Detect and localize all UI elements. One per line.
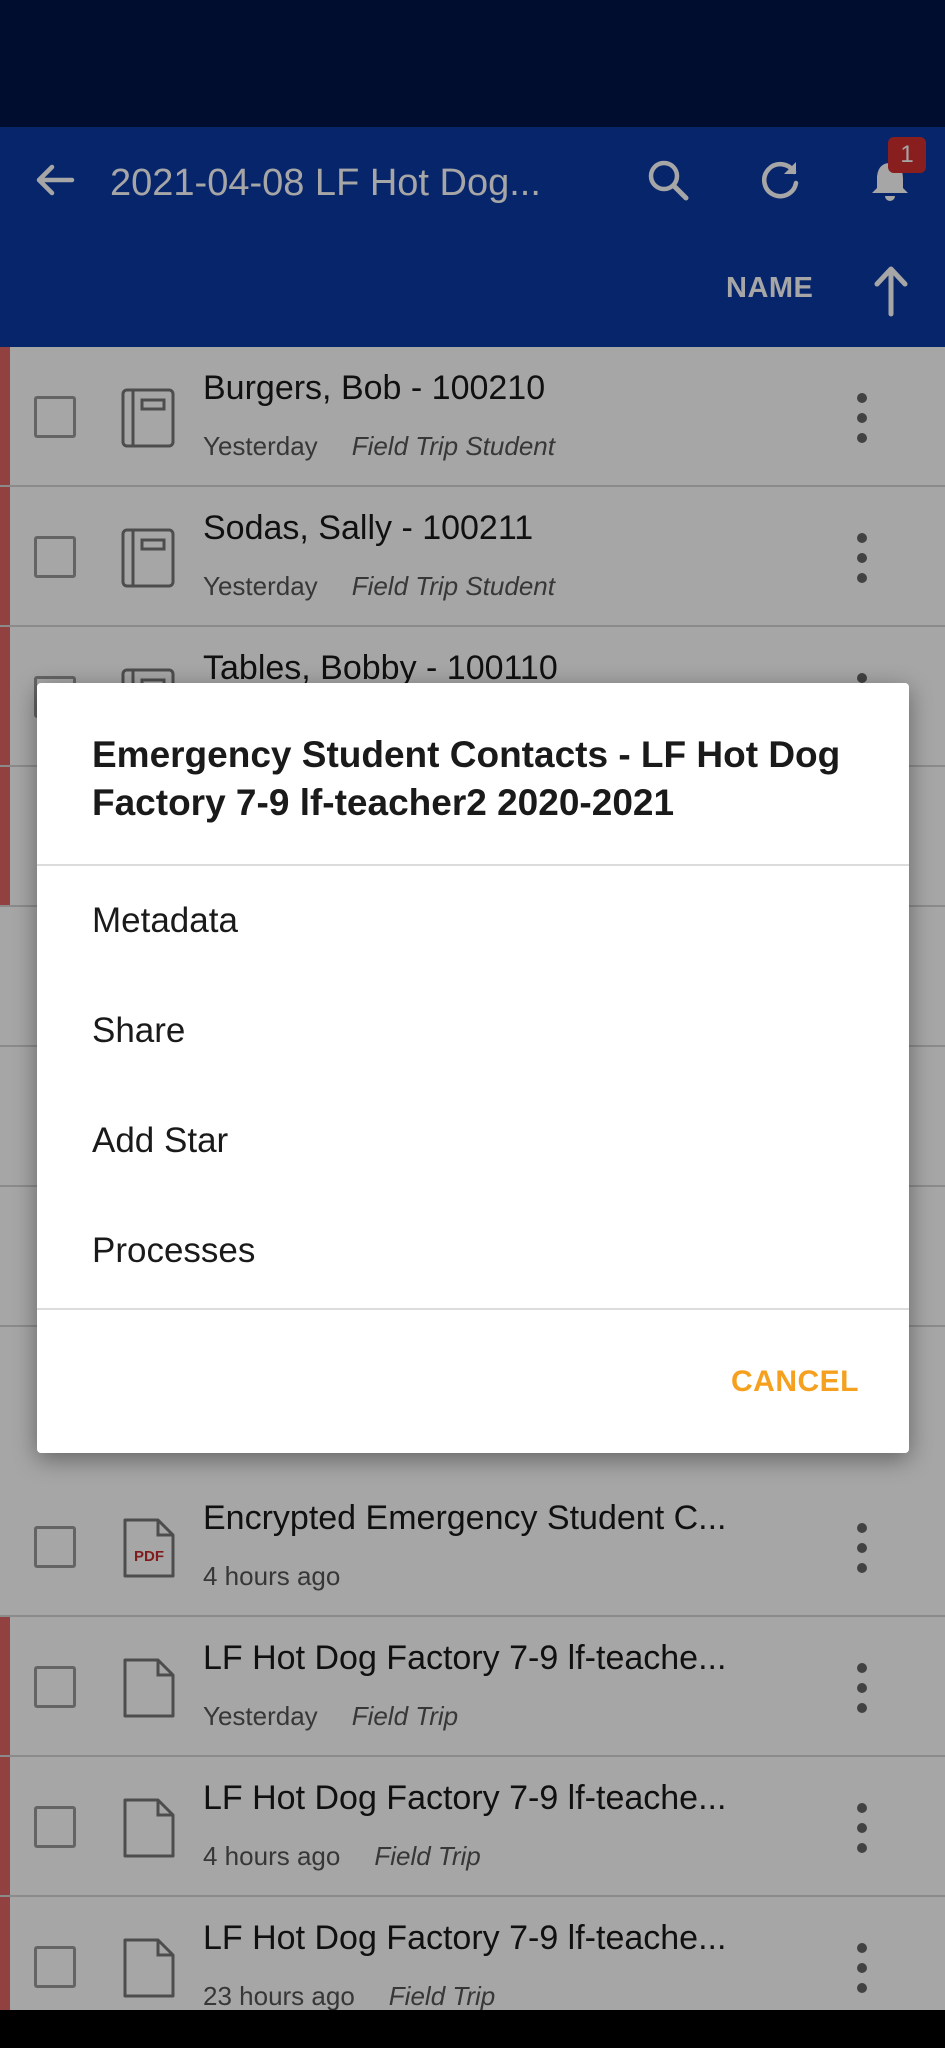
menu-item-metadata[interactable]: Metadata xyxy=(92,901,238,941)
menu-item-processes[interactable]: Processes xyxy=(92,1231,255,1271)
dialog-divider xyxy=(37,864,909,866)
menu-item-add-star[interactable]: Add Star xyxy=(92,1121,228,1161)
navigation-bar xyxy=(0,2010,945,2048)
cancel-button[interactable]: CANCEL xyxy=(731,1365,859,1399)
dialog-divider xyxy=(37,1308,909,1310)
menu-item-share[interactable]: Share xyxy=(92,1011,185,1051)
dialog-title: Emergency Student Contacts - LF Hot Dog … xyxy=(92,734,841,823)
actions-dialog: Emergency Student Contacts - LF Hot Dog … xyxy=(37,683,909,1453)
